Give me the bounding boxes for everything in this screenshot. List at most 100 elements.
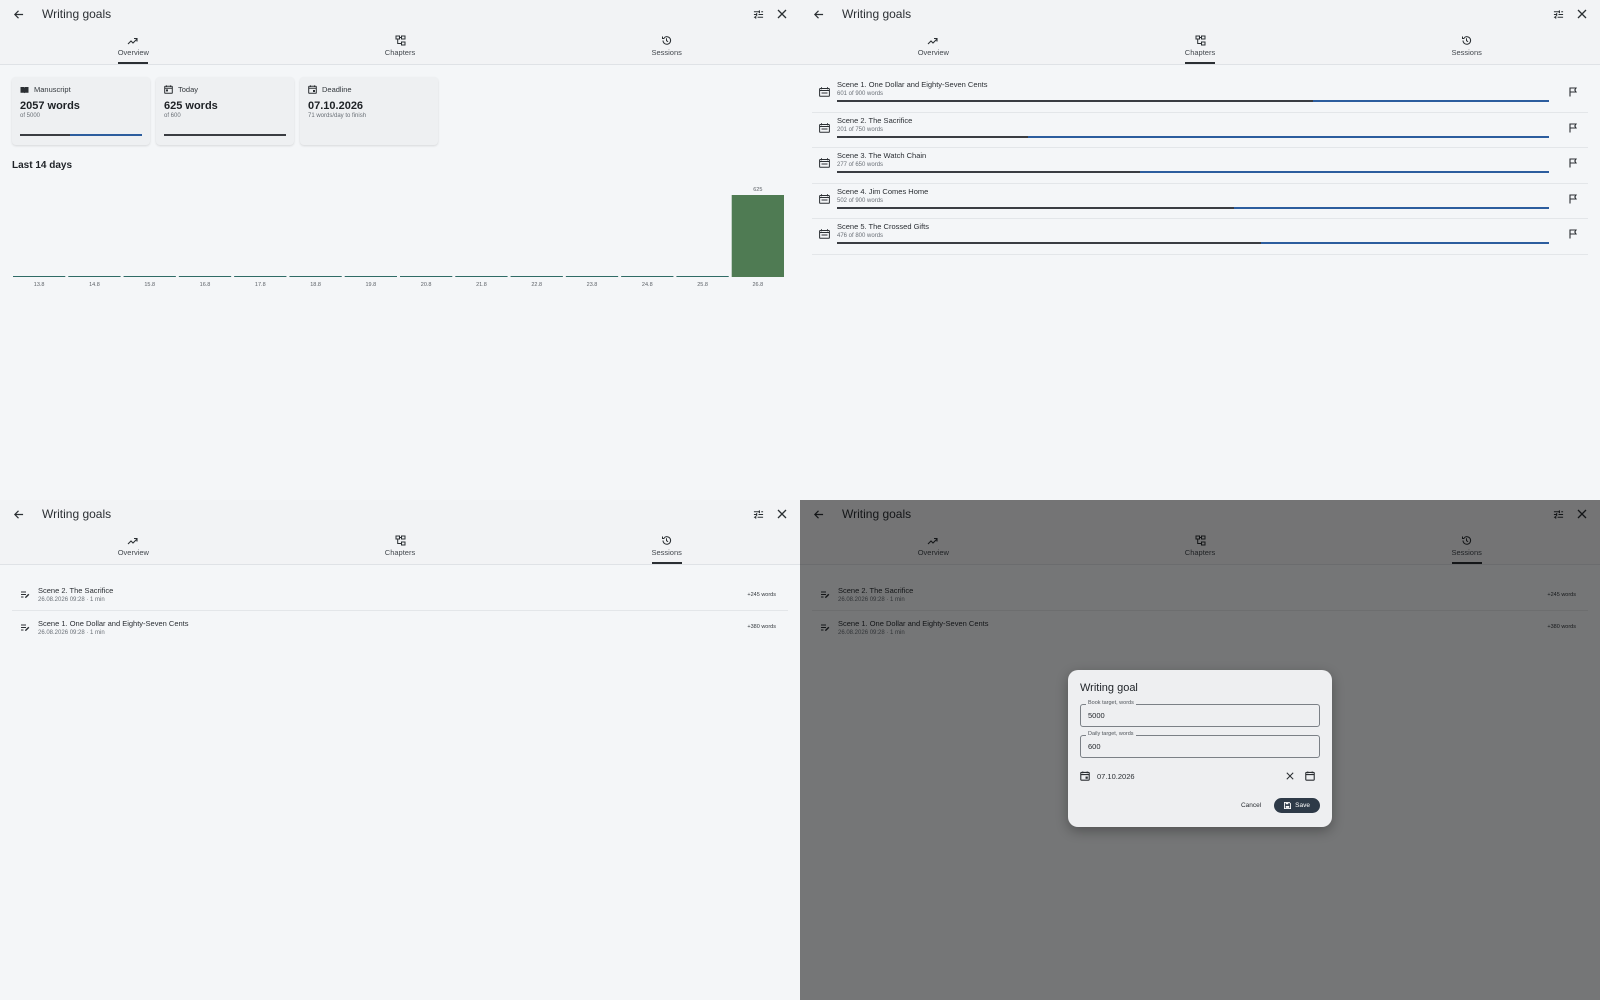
card-value: 07.10.2026 (308, 100, 364, 112)
x-tick-label: 17.8 (255, 282, 266, 288)
card-sub: of 600 (164, 113, 181, 119)
dialog-title: Writing goal (1080, 682, 1138, 694)
session-delta: +380 words (747, 624, 776, 630)
chapter-name: Scene 3. The Watch Chain (837, 151, 927, 160)
clear-date-icon[interactable] (1280, 766, 1300, 786)
chapter-progress (837, 206, 1549, 209)
tab-sessions[interactable]: Sessions (533, 28, 800, 64)
close-icon[interactable] (772, 4, 792, 24)
session-delta: +245 words (747, 591, 776, 598)
tab-sessions[interactable]: Sessions (533, 528, 800, 564)
card-value: 625 words (164, 100, 218, 112)
sessions-panel: Writing goals Overview Chapters Sessions (0, 500, 800, 1000)
words-chart: 13.8 14.8 15.8 16.8 17.8 18.8 19.8 20.8 21.8 22.8… (12, 177, 786, 297)
x-tick-label: 13.8 (34, 282, 45, 288)
x-tick-label: 22.8 (531, 282, 542, 288)
flag-icon[interactable] (1558, 113, 1588, 133)
deadline-row: 07.10.2026 (1080, 766, 1320, 786)
save-button[interactable]: Save (1274, 798, 1320, 813)
session-meta: 26.08.2026 09:28 · 1 min (38, 597, 105, 603)
calendar-picker-icon[interactable] (1300, 766, 1320, 786)
page-title: Writing goals (42, 507, 112, 521)
tab-label: Chapters (384, 548, 416, 557)
chart-bar (676, 276, 729, 277)
calendar-event-icon (308, 85, 317, 94)
close-icon[interactable] (1572, 4, 1592, 24)
cancel-button[interactable]: Cancel (1236, 799, 1266, 812)
page-title: Writing goals (42, 7, 112, 21)
calendar-today-icon (164, 85, 173, 94)
tab-label: Overview (117, 547, 149, 557)
close-icon[interactable] (772, 504, 792, 524)
back-arrow-icon[interactable] (808, 4, 828, 24)
tab-chapters[interactable]: Chapters (267, 528, 534, 564)
stat-cards: Manuscript 2057 words of 5000 Today 625 … (0, 65, 800, 145)
tab-bar: Overview Chapters Sessions (800, 28, 1600, 65)
chapter-progress (837, 242, 1549, 244)
overview-panel: Writing goals Overview Chapters Sessions (0, 0, 800, 500)
chapter-row[interactable]: Scene 3. The Watch Chain 277 of 650 words (812, 148, 1588, 184)
chapter-name: Scene 2. The Sacrifice (837, 115, 913, 125)
tab-chapters[interactable]: Chapters (1067, 28, 1334, 64)
chapter-name: Scene 5. The Crossed Gifts (837, 222, 929, 231)
trend-icon (927, 37, 938, 44)
top-bar: Writing goals (800, 0, 1600, 28)
tab-chapters[interactable]: Chapters (267, 28, 534, 64)
save-icon (1284, 802, 1292, 809)
chapter-name: Scene 4. Jim Comes Home (837, 186, 929, 196)
book-target-input[interactable] (1081, 705, 1319, 726)
x-tick-label: 26.8 (752, 282, 763, 288)
chapter-words: 601 of 900 words (837, 91, 884, 97)
x-tick-label: 21.8 (476, 282, 487, 288)
chapter-words: 277 of 650 words (837, 162, 884, 168)
card-label: Deadline (322, 85, 352, 94)
chapter-row[interactable]: Scene 1. One Dollar and Eighty-Seven Cen… (812, 77, 1588, 113)
back-arrow-icon[interactable] (8, 504, 28, 524)
flag-icon[interactable] (1558, 148, 1588, 168)
progress-fill (837, 206, 1235, 209)
trend-icon (127, 537, 138, 544)
manuscript-progress (20, 134, 142, 136)
chapter-row[interactable]: Scene 2. The Sacrifice 201 of 750 words (812, 113, 1588, 148)
tune-icon[interactable] (1548, 4, 1568, 24)
flag-icon[interactable] (1558, 184, 1588, 204)
manuscript-card: Manuscript 2057 words of 5000 (12, 77, 150, 145)
chapters-tree-icon (395, 35, 405, 46)
tune-icon[interactable] (748, 4, 768, 24)
session-row[interactable]: Scene 2. The Sacrifice 26.08.2026 09:28 … (12, 579, 788, 611)
chapter-icon (812, 219, 836, 239)
flag-icon[interactable] (1558, 77, 1588, 97)
tab-label: Sessions (1451, 48, 1482, 57)
chapter-icon (812, 184, 836, 204)
chapter-row[interactable]: Scene 4. Jim Comes Home 502 of 900 words (812, 184, 1588, 219)
book-target-label: Book target, words (1086, 700, 1136, 706)
daily-target-label: Daily target, words (1086, 731, 1136, 737)
daily-target-input[interactable] (1081, 736, 1319, 757)
chart-bar (68, 276, 121, 277)
chapter-icon (812, 113, 836, 133)
tab-overview[interactable]: Overview (0, 28, 267, 64)
tab-sessions[interactable]: Sessions (1333, 28, 1600, 64)
tune-icon[interactable] (748, 504, 768, 524)
history-icon (1462, 36, 1472, 45)
session-row[interactable]: Scene 1. One Dollar and Eighty-Seven Cen… (12, 611, 788, 643)
edit-note-icon (12, 623, 38, 632)
card-sub: 71 words/day to finish (308, 113, 367, 119)
flag-icon[interactable] (1558, 219, 1588, 239)
tab-label: Overview (117, 47, 149, 57)
x-tick-label: 18.8 (310, 282, 321, 288)
back-arrow-icon[interactable] (8, 4, 28, 24)
x-tick-label: 24.8 (642, 282, 653, 288)
chapter-row[interactable]: Scene 5. The Crossed Gifts 476 of 800 wor… (812, 219, 1588, 255)
tab-overview[interactable]: Overview (800, 28, 1067, 64)
chapter-words: 476 of 800 words (837, 233, 884, 239)
chart-title: Last 14 days (12, 160, 73, 171)
writing-goal-dialog: Writing goal Book target, words Daily ta… (1068, 670, 1332, 827)
tab-overview[interactable]: Overview (0, 528, 267, 564)
chart-bar (510, 276, 563, 277)
chart-bar (289, 276, 342, 277)
top-bar: Writing goals (0, 0, 800, 28)
x-tick-label: 23.8 (587, 282, 598, 288)
chapter-progress (837, 100, 1549, 102)
calendar-event-icon (1080, 771, 1090, 781)
